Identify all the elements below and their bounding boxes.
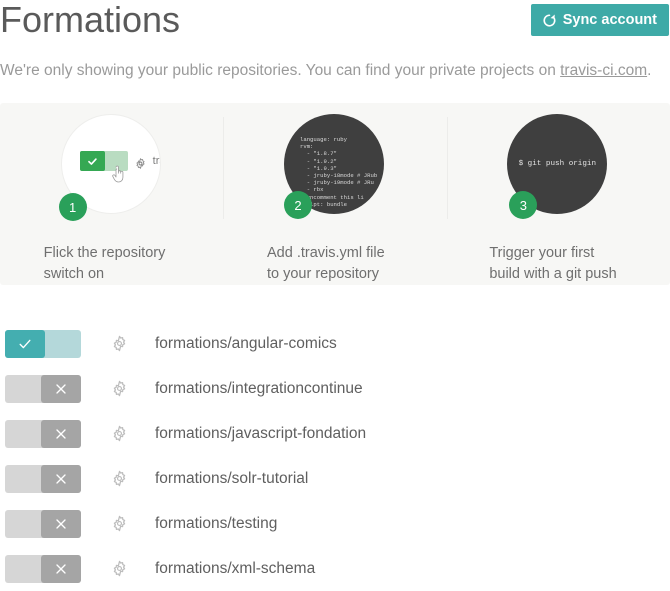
repository-toggle[interactable] bbox=[5, 509, 81, 538]
toggle-knob bbox=[41, 464, 81, 493]
mock-repo-name: tra bbox=[152, 155, 160, 167]
sync-account-button[interactable]: Sync account bbox=[530, 4, 669, 36]
gear-icon[interactable] bbox=[111, 380, 128, 397]
repository-name[interactable]: formations/javascript-fondation bbox=[155, 425, 366, 443]
repository-toggle[interactable] bbox=[5, 419, 81, 448]
repository-toggle[interactable] bbox=[5, 374, 81, 403]
step-3-badge: 3 bbox=[509, 191, 538, 219]
page-header: Formations Sync account bbox=[0, 0, 670, 48]
subtitle-text-after: . bbox=[647, 62, 652, 79]
table-row: formations/javascript-fondation bbox=[0, 411, 670, 456]
step-1-caption: Flick the repository switch on bbox=[43, 245, 166, 282]
toggle-knob bbox=[41, 419, 81, 448]
gear-icon[interactable] bbox=[111, 470, 128, 487]
repository-toggle[interactable] bbox=[5, 329, 81, 358]
onboarding-step-3: $ git push origin 3 Trigger your first b… bbox=[446, 103, 670, 285]
repository-list: formations/angular-comics formations/int… bbox=[0, 321, 670, 591]
table-row: formations/angular-comics bbox=[0, 321, 670, 366]
table-row: formations/testing bbox=[0, 501, 670, 546]
repository-name[interactable]: formations/xml-schema bbox=[155, 560, 315, 578]
repository-name[interactable]: formations/solr-tutorial bbox=[155, 470, 308, 488]
step-1-badge: 1 bbox=[58, 193, 87, 221]
repository-name[interactable]: formations/integrationcontinue bbox=[155, 380, 363, 398]
page-title: Formations bbox=[0, 0, 181, 40]
pointing-hand-cursor-icon bbox=[110, 165, 126, 185]
onboarding-panel: tra 1 Flick the repository switch on bbox=[0, 103, 670, 285]
onboarding-step-2: language: ruby rvm: - "1.8.7" - "1.9.2" … bbox=[223, 103, 446, 285]
toggle-knob bbox=[41, 509, 81, 538]
gear-icon[interactable] bbox=[111, 515, 128, 532]
travis-yml-code: language: ruby rvm: - "1.8.7" - "1.9.2" … bbox=[299, 136, 378, 208]
step-2-caption: Add .travis.yml file to your repository bbox=[266, 245, 385, 282]
gear-icon bbox=[135, 156, 146, 169]
repository-name[interactable]: formations/testing bbox=[155, 515, 277, 533]
travis-ci-link[interactable]: travis-ci.com bbox=[560, 62, 647, 79]
table-row: formations/integrationcontinue bbox=[0, 366, 670, 411]
gear-icon[interactable] bbox=[111, 560, 128, 577]
repository-toggle[interactable] bbox=[5, 464, 81, 493]
step-2-illustration: language: ruby rvm: - "1.8.7" - "1.9.2" … bbox=[283, 114, 386, 219]
toggle-knob bbox=[5, 329, 45, 358]
step-1-illustration: tra 1 bbox=[58, 114, 163, 221]
step-2-badge: 2 bbox=[283, 191, 312, 219]
table-row: formations/xml-schema bbox=[0, 546, 670, 591]
repository-name[interactable]: formations/angular-comics bbox=[155, 335, 337, 353]
subtitle-text-before: We're only showing your public repositor… bbox=[0, 62, 561, 79]
toggle-knob bbox=[41, 374, 81, 403]
gear-icon[interactable] bbox=[111, 335, 128, 352]
onboarding-step-1: tra 1 Flick the repository switch on bbox=[0, 103, 223, 285]
onboarding-steps: tra 1 Flick the repository switch on bbox=[0, 103, 670, 285]
refresh-icon bbox=[542, 13, 557, 28]
sync-account-label: Sync account bbox=[562, 12, 657, 28]
table-row: formations/solr-tutorial bbox=[0, 456, 670, 501]
step-3-illustration: $ git push origin 3 bbox=[507, 114, 609, 219]
repositories-page: Formations Sync account We're only showi… bbox=[0, 0, 670, 585]
subtitle: We're only showing your public repositor… bbox=[0, 62, 651, 80]
mock-toggle-knob bbox=[79, 151, 105, 171]
step-3-caption: Trigger your first build with a git push bbox=[489, 245, 617, 282]
repository-toggle[interactable] bbox=[5, 554, 81, 583]
toggle-knob bbox=[41, 554, 81, 583]
gear-icon[interactable] bbox=[111, 425, 128, 442]
